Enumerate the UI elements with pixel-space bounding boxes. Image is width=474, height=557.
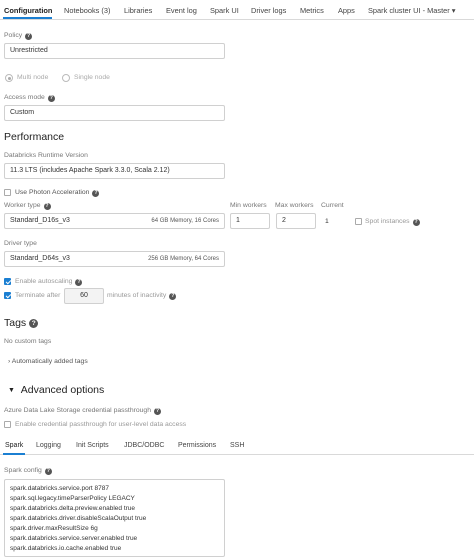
spark-config-line: spark.sql.legacy.timeParserPolicy LEGACY (10, 495, 135, 502)
adls-checkbox[interactable] (4, 421, 11, 428)
access-mode-label: Access mode? (4, 94, 55, 102)
spark-config-line: spark.databricks.service.server.enabled … (10, 535, 138, 542)
tab-libraries[interactable]: Libraries (124, 6, 152, 15)
max-workers-label: Max workers (275, 202, 314, 209)
terminate-prefix: Terminate after (15, 292, 61, 299)
photon-checkbox[interactable] (4, 189, 11, 196)
tab-configuration[interactable]: Configuration (4, 6, 52, 15)
spark-config-label-text: Spark config (4, 467, 42, 474)
tab-spark-ui[interactable]: Spark UI (210, 6, 239, 15)
help-icon[interactable]: ? (153, 408, 161, 415)
adls-label-text: Azure Data Lake Storage credential passt… (4, 407, 151, 414)
subtab-jdbc-odbc[interactable]: JDBC/ODBC (124, 442, 164, 449)
min-workers-input[interactable]: 1 (230, 213, 270, 229)
driver-type-spec: 256 GB Memory, 64 Cores (148, 256, 219, 262)
worker-type-spec: 64 GB Memory, 16 Cores (151, 218, 219, 224)
help-icon[interactable]: ? (43, 203, 51, 210)
single-node-radio[interactable] (62, 74, 70, 82)
help-icon[interactable]: ? (92, 190, 100, 197)
worker-type-label: Worker type? (4, 202, 51, 210)
help-icon[interactable]: ? (29, 319, 39, 328)
spark-config-textarea[interactable]: spark.databricks.service.port 8787 spark… (4, 479, 225, 557)
help-icon[interactable]: ? (44, 468, 52, 475)
tab-spark-cluster-ui-label: Spark cluster UI - Master (368, 6, 450, 15)
subtab-init-scripts[interactable]: Init Scripts (76, 442, 109, 449)
tab-spark-cluster-ui[interactable]: Spark cluster UI - Master ▾ (368, 6, 456, 15)
terminate-minutes-input[interactable]: 60 (64, 288, 104, 304)
photon-label-text: Use Photon Acceleration (15, 189, 90, 196)
advanced-options-heading: Advanced options (20, 384, 105, 396)
current-workers-label: Current (321, 202, 344, 209)
multi-node-label: Multi node (17, 74, 49, 81)
advanced-options-toggle[interactable]: ▼ Advanced options (8, 384, 104, 396)
auto-tags-label: Automatically added tags (11, 358, 88, 365)
spot-instances-label-text: Spot instances (365, 218, 410, 225)
single-node-label: Single node (74, 74, 110, 81)
tab-metrics[interactable]: Metrics (300, 6, 324, 15)
spark-config-line: spark.databricks.service.port 8787 (10, 485, 109, 492)
spot-instances-label: Spot instances? (365, 218, 420, 226)
spark-config-line: spark.databricks.driver.disableScalaOutp… (10, 515, 147, 522)
tab-apps[interactable]: Apps (338, 6, 355, 15)
triangle-down-icon: ▼ (8, 387, 15, 394)
tags-heading-text: Tags (4, 317, 27, 329)
help-icon[interactable]: ? (75, 279, 83, 286)
driver-type-value: Standard_D64s_v3 (10, 255, 70, 262)
policy-label-text: Policy (4, 32, 23, 39)
autoscaling-label-text: Enable autoscaling (15, 278, 73, 285)
worker-type-value: Standard_D16s_v3 (10, 217, 70, 224)
runtime-label: Databricks Runtime Version (4, 152, 88, 159)
access-mode-select[interactable]: Custom (4, 105, 225, 121)
active-subtab-indicator (3, 453, 25, 455)
auto-tags-toggle[interactable]: › Automatically added tags (8, 358, 88, 365)
terminate-checkbox[interactable] (4, 292, 11, 299)
terminate-suffix: minutes of inactivity? (107, 292, 177, 300)
current-workers-value: 1 (325, 218, 329, 225)
performance-heading: Performance (4, 131, 65, 143)
worker-type-select[interactable]: Standard_D16s_v3 64 GB Memory, 16 Cores (4, 213, 225, 229)
help-icon[interactable]: ? (47, 95, 55, 102)
subtab-ssh[interactable]: SSH (230, 442, 244, 449)
autoscaling-checkbox[interactable] (4, 278, 11, 285)
policy-label: Policy? (4, 32, 33, 40)
help-icon[interactable]: ? (169, 293, 177, 300)
advanced-subtabs: Spark Logging Init Scripts JDBC/ODBC Per… (0, 438, 474, 455)
multi-node-radio[interactable] (5, 74, 13, 82)
help-icon[interactable]: ? (25, 33, 33, 40)
access-mode-label-text: Access mode (4, 94, 45, 101)
tab-event-log[interactable]: Event log (166, 6, 197, 15)
caret-down-icon: ▾ (451, 6, 456, 15)
adls-label: Azure Data Lake Storage credential passt… (4, 407, 161, 415)
help-icon[interactable]: ? (412, 219, 420, 226)
chevron-right-icon: › (8, 358, 11, 365)
driver-type-select[interactable]: Standard_D64s_v3 256 GB Memory, 64 Cores (4, 251, 225, 267)
tags-heading: Tags? (4, 317, 39, 329)
subtab-permissions[interactable]: Permissions (178, 442, 216, 449)
autoscaling-label: Enable autoscaling? (15, 278, 83, 286)
no-tags-text: No custom tags (4, 338, 52, 345)
policy-select[interactable]: Unrestricted (4, 43, 225, 59)
min-workers-label: Min workers (230, 202, 267, 209)
spot-instances-checkbox[interactable] (355, 218, 362, 225)
tab-driver-logs[interactable]: Driver logs (251, 6, 286, 15)
spark-config-label: Spark config? (4, 467, 52, 475)
cluster-tabs: Configuration Notebooks (3) Libraries Ev… (0, 0, 474, 20)
spark-config-line: spark.databricks.io.cache.enabled true (10, 545, 122, 552)
worker-type-label-text: Worker type (4, 202, 41, 209)
max-workers-input[interactable]: 2 (276, 213, 316, 229)
tab-notebooks[interactable]: Notebooks (3) (64, 6, 110, 15)
active-tab-indicator (3, 17, 52, 19)
terminate-suffix-text: minutes of inactivity (107, 292, 167, 299)
photon-label: Use Photon Acceleration? (15, 189, 100, 197)
spark-config-line: spark.databricks.delta.preview.enabled t… (10, 505, 136, 512)
subtab-spark[interactable]: Spark (5, 442, 23, 449)
subtab-logging[interactable]: Logging (36, 442, 61, 449)
runtime-select[interactable]: 11.3 LTS (includes Apache Spark 3.3.0, S… (4, 163, 225, 179)
adls-checkbox-label: Enable credential passthrough for user-l… (15, 421, 187, 428)
driver-type-label: Driver type (4, 240, 37, 247)
spark-config-line: spark.driver.maxResultSize 6g (10, 525, 98, 532)
